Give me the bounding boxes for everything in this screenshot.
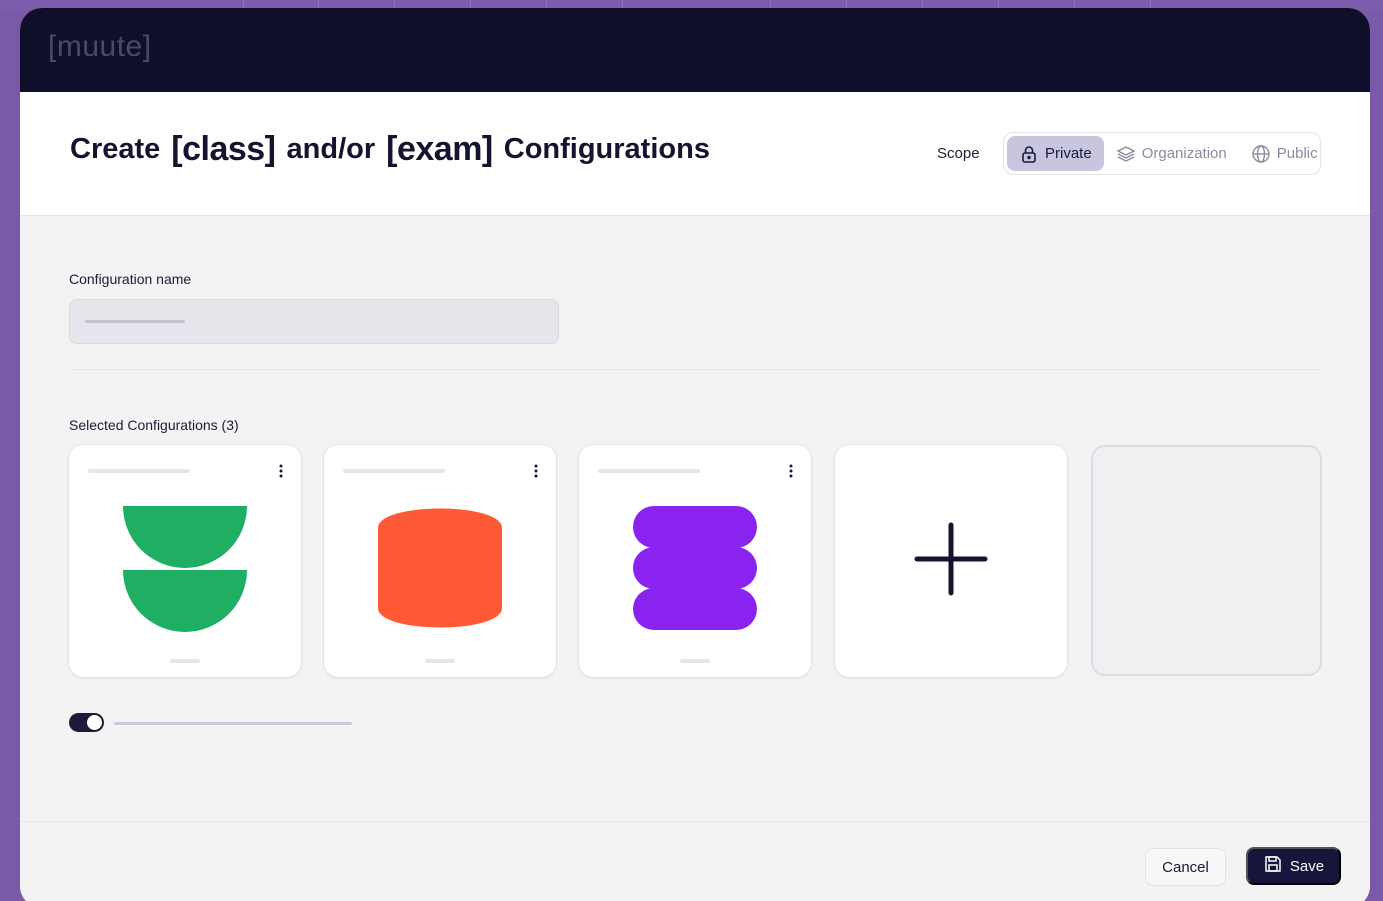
config-window: [muute] Create [class] and/or [exam] Con… — [20, 8, 1370, 901]
card-title-placeholder — [343, 469, 445, 473]
title-exam-keyword: [exam] — [386, 130, 493, 168]
card-title-placeholder — [88, 469, 190, 473]
save-icon — [1263, 854, 1283, 878]
cancel-button[interactable]: Cancel — [1145, 848, 1226, 886]
app-bar: [muute] — [20, 8, 1370, 92]
title-prefix: Create — [70, 133, 161, 165]
empty-configuration-slot — [1091, 445, 1322, 676]
option-toggle[interactable] — [69, 713, 104, 732]
stacked-pills-icon — [629, 502, 761, 639]
action-footer: Cancel Save — [20, 821, 1370, 901]
two-half-circles-icon — [119, 502, 251, 639]
input-placeholder-line — [85, 320, 185, 323]
more-options-icon[interactable] — [786, 463, 796, 484]
configuration-name-label: Configuration name — [69, 271, 192, 287]
title-class-keyword: [class] — [171, 130, 276, 168]
title-suffix: Configurations — [503, 133, 710, 165]
scope-option-private[interactable]: Private — [1007, 136, 1104, 171]
save-button-label: Save — [1289, 857, 1325, 875]
page-title: Create [class] and/or [exam] Configurati… — [70, 130, 710, 169]
globe-icon — [1251, 144, 1271, 164]
selected-configurations-label: Selected Configurations (3) — [69, 417, 239, 433]
card-footer-placeholder — [425, 659, 455, 663]
scope-option-organization[interactable]: Organization — [1104, 136, 1239, 171]
more-options-icon[interactable] — [276, 463, 286, 484]
scope-option-label: Private — [1045, 145, 1092, 162]
rounded-barrel-icon — [374, 502, 506, 639]
more-options-icon[interactable] — [531, 463, 541, 484]
form-body: Configuration name Selected Configuratio… — [20, 216, 1370, 826]
title-middle: and/or — [286, 133, 376, 165]
configuration-card[interactable] — [579, 445, 811, 677]
lock-icon — [1019, 144, 1039, 164]
configuration-cards — [69, 445, 1323, 677]
add-configuration-card[interactable] — [835, 445, 1067, 677]
scope-segmented-control: Private Organization Public — [1003, 132, 1321, 175]
card-footer-placeholder — [680, 659, 710, 663]
page-header: Create [class] and/or [exam] Configurati… — [20, 92, 1370, 216]
save-button[interactable]: Save — [1246, 847, 1341, 885]
configuration-card[interactable] — [69, 445, 301, 677]
toggle-label-placeholder — [114, 722, 352, 725]
plus-icon — [914, 522, 988, 601]
toggle-knob — [87, 715, 102, 730]
configuration-card[interactable] — [324, 445, 556, 677]
scope-option-label: Public — [1276, 145, 1318, 162]
scope-label: Scope — [937, 145, 980, 162]
scope-option-label: Organization — [1141, 145, 1227, 162]
scope-option-public[interactable]: Public — [1239, 136, 1330, 171]
layers-icon — [1116, 144, 1136, 164]
configuration-name-input[interactable] — [69, 299, 559, 344]
section-divider — [69, 369, 1323, 370]
app-logo[interactable]: [muute] — [48, 30, 152, 64]
card-title-placeholder — [598, 469, 700, 473]
card-footer-placeholder — [170, 659, 200, 663]
